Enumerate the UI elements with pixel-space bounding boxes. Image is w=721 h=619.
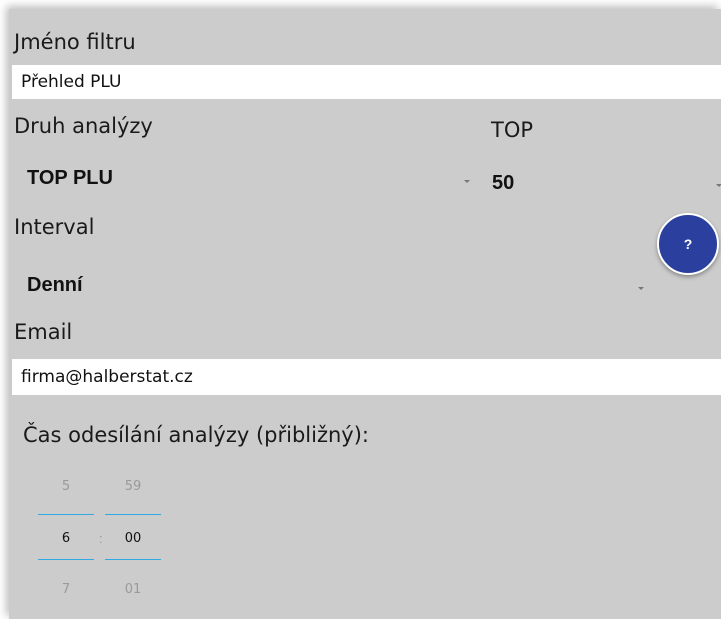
chevron-down-icon [716,184,721,187]
minute-bottom-divider [105,559,161,560]
hour-top-divider [38,514,94,515]
minute-selected[interactable]: 00 [105,531,161,546]
interval-value: Denní [27,274,83,296]
filter-name-input[interactable]: Přehled PLU [12,65,721,99]
minute-next[interactable]: 01 [105,582,161,597]
top-label: TOP [491,118,534,142]
analysis-type-value: TOP PLU [27,167,113,189]
time-separator: : [99,531,103,546]
chevron-down-icon [464,180,470,183]
email-label: Email [14,320,73,344]
analysis-type-label: Druh analýzy [14,114,153,138]
hour-selected[interactable]: 6 [38,531,94,546]
top-count-select[interactable]: 50 [483,159,721,195]
interval-select[interactable]: Denní [9,269,649,305]
send-time-label: Čas odesílání analýzy (přibližný): [23,423,369,447]
filter-form-panel: Jméno filtru Přehled PLU Druh analýzy TO… [9,9,721,619]
email-input[interactable]: firma@halberstat.cz [12,359,721,395]
chevron-down-icon [638,287,644,290]
minute-top-divider [105,514,161,515]
top-count-value: 50 [492,172,515,194]
hour-next[interactable]: 7 [38,582,94,597]
help-button[interactable]: ? [657,213,719,275]
hour-bottom-divider [38,559,94,560]
minute-prev[interactable]: 59 [105,479,161,494]
hour-prev[interactable]: 5 [38,479,94,494]
filter-name-label: Jméno filtru [14,30,136,54]
analysis-type-select[interactable]: TOP PLU [9,159,479,195]
interval-label: Interval [14,215,95,239]
